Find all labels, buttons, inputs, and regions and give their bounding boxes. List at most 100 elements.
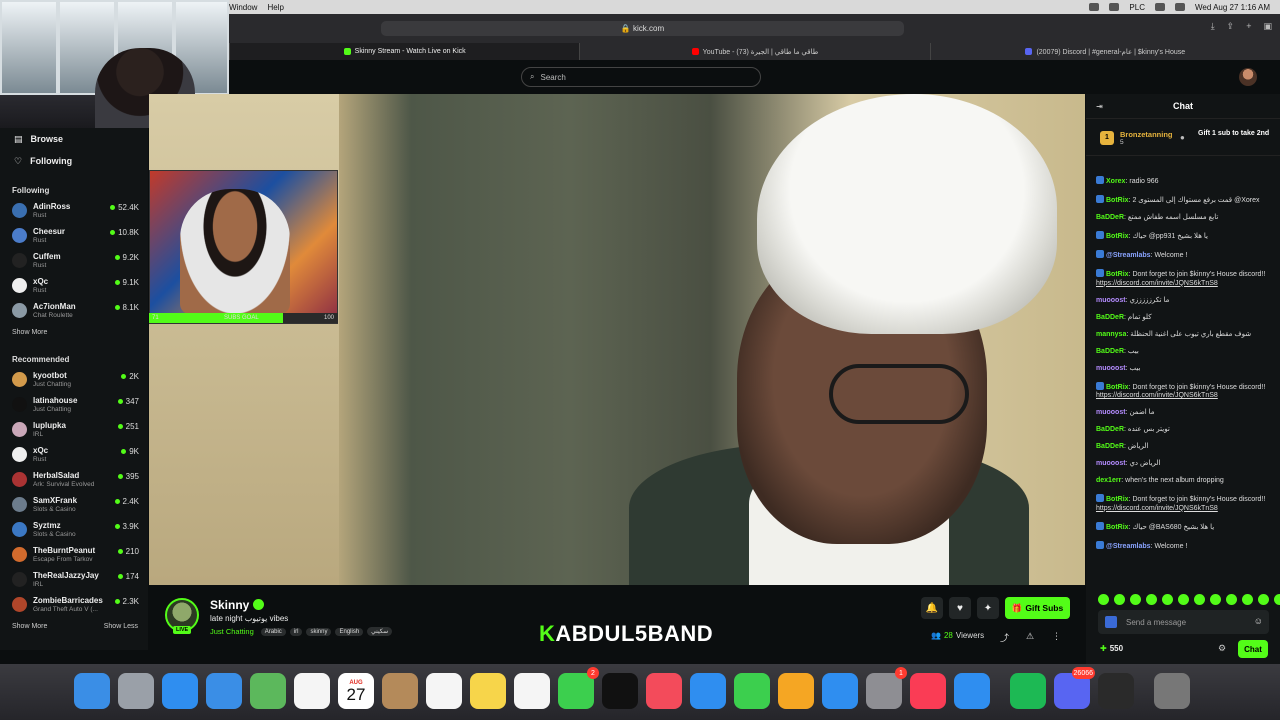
news-icon[interactable] — [646, 673, 682, 709]
search-icon[interactable] — [1174, 3, 1185, 11]
recommended-channel[interactable]: TheRealJazzyJay IRL 174 — [0, 567, 148, 592]
following-channel[interactable]: xQc Rust 9.1K — [0, 273, 148, 298]
launchpad-icon[interactable] — [118, 673, 154, 709]
chat-username[interactable]: BaDDeR — [1096, 348, 1124, 355]
tab-kick[interactable]: Skinny Stream - Watch Live on Kick — [229, 43, 580, 60]
report-icon[interactable]: ⚠ — [1026, 631, 1034, 642]
music-icon[interactable] — [910, 673, 946, 709]
chat-username[interactable]: dex1err — [1096, 477, 1121, 484]
tab-overview-icon[interactable]: ▣ — [1263, 21, 1272, 32]
chat-username[interactable]: BaDDeR — [1096, 314, 1124, 321]
raid-icon[interactable]: ✦ — [977, 597, 999, 619]
spotify-icon[interactable] — [1010, 673, 1046, 709]
chat-username[interactable]: @Streamlabs — [1106, 252, 1151, 259]
recommended-channel[interactable]: xQc Rust 9K — [0, 442, 148, 467]
recommended-channel[interactable]: ZombieBarricades Grand Theft Auto V (... 2… — [0, 592, 148, 617]
settings-icon[interactable]: 1 — [866, 667, 907, 709]
address-bar[interactable]: 🔒 kick.com — [381, 21, 904, 36]
follow-heart-icon[interactable]: ♥ — [949, 597, 971, 619]
chat-username[interactable]: muooost — [1096, 460, 1126, 467]
download-icon[interactable]: ⤓ — [1211, 21, 1215, 32]
notify-bell-icon[interactable]: 🔔 — [921, 597, 943, 619]
keynote-icon[interactable] — [690, 673, 726, 709]
bluetooth-icon[interactable] — [954, 673, 990, 709]
emote-icon[interactable] — [1210, 594, 1221, 605]
share-icon[interactable]: ⤴ — [1000, 631, 1009, 644]
chat-username[interactable]: BotRix — [1106, 197, 1129, 204]
user-avatar[interactable] — [1239, 68, 1257, 86]
recommended-channel[interactable]: kyootbot Just Chatting 2K — [0, 367, 148, 392]
chat-username[interactable]: @Streamlabs — [1106, 543, 1151, 550]
emote-picker-icon[interactable] — [1105, 616, 1117, 628]
following-channel[interactable]: Cuffem Rust 9.2K — [0, 248, 148, 273]
emote-icon[interactable] — [1274, 594, 1280, 605]
recommended-channel[interactable]: luplupka IRL 251 — [0, 417, 148, 442]
chat-link[interactable]: https://discord.com/invite/JQNS6kTnS8 — [1096, 392, 1218, 399]
status-text[interactable]: PLC — [1129, 3, 1145, 12]
video-player[interactable] — [149, 94, 1085, 585]
chat-settings-gear-icon[interactable]: ⚙ — [1218, 643, 1226, 654]
chat-username[interactable]: muooost — [1096, 409, 1126, 416]
category-link[interactable]: Just Chatting — [210, 627, 254, 636]
tab-youtube[interactable]: YouTube - (73) طاقي ما طاقي | الجيرة — [579, 43, 929, 60]
freeform-icon[interactable] — [514, 673, 550, 709]
emote-icon[interactable] — [1242, 594, 1253, 605]
photos-icon[interactable] — [294, 673, 330, 709]
emote-icon[interactable] — [1194, 594, 1205, 605]
emote-icon[interactable] — [1162, 594, 1173, 605]
wifi-icon[interactable] — [1154, 3, 1165, 11]
control-center-icon[interactable] — [1089, 3, 1100, 11]
chat-username[interactable]: BaDDeR — [1096, 214, 1124, 221]
emote-icon[interactable] — [1098, 594, 1109, 605]
send-chat-button[interactable]: Chat — [1238, 640, 1268, 658]
share-icon[interactable]: ⇪ — [1227, 21, 1235, 32]
show-more-following[interactable]: Show More — [12, 329, 47, 336]
channel-name[interactable]: Skinny — [210, 598, 249, 612]
chat-link[interactable]: https://discord.com/invite/JQNS6kTnS8 — [1096, 505, 1218, 512]
finder-icon[interactable] — [74, 673, 110, 709]
sidebar-following[interactable]: ♡ Following — [0, 150, 148, 172]
clock[interactable]: Wed Aug 27 1:16 AM — [1195, 3, 1270, 12]
emote-icon[interactable] — [1226, 594, 1237, 605]
mail-icon[interactable] — [206, 673, 242, 709]
tag[interactable]: irl — [289, 627, 303, 636]
chat-username[interactable]: BotRix — [1106, 271, 1129, 278]
chat-username[interactable]: BotRix — [1106, 233, 1129, 240]
recommended-channel[interactable]: HerbalSalad Ark: Survival Evolved 395 — [0, 467, 148, 492]
tag[interactable]: سكيني — [367, 627, 393, 636]
obs-icon[interactable] — [1098, 673, 1134, 709]
appstore-icon[interactable] — [822, 673, 858, 709]
following-channel[interactable]: Cheesur Rust 10.8K — [0, 223, 148, 248]
gift-subs-button[interactable]: 🎁 Gift Subs — [1005, 597, 1070, 619]
chat-username[interactable]: BaDDeR — [1096, 426, 1124, 433]
top-gifter-name[interactable]: Bronzetanning — [1120, 130, 1173, 139]
tag[interactable]: skinny — [306, 627, 332, 636]
search-input[interactable]: ⌕ Search — [521, 67, 761, 87]
show-less-button[interactable]: Show Less — [104, 623, 138, 630]
menu-help[interactable]: Help — [267, 3, 283, 12]
reminders-icon[interactable] — [426, 673, 462, 709]
menu-window[interactable]: Window — [229, 3, 257, 12]
emote-icon[interactable] — [1178, 594, 1189, 605]
tag[interactable]: English — [335, 627, 364, 636]
emote-icon[interactable] — [1258, 594, 1269, 605]
collapse-chat-icon[interactable]: ⇥ — [1096, 102, 1103, 111]
emote-icon[interactable] — [1130, 594, 1141, 605]
more-icon[interactable]: ⋮ — [1052, 631, 1061, 642]
emote-icon[interactable] — [1146, 594, 1157, 605]
following-channel[interactable]: AdinRoss Rust 52.4K — [0, 198, 148, 223]
new-tab-icon[interactable]: + — [1246, 21, 1251, 32]
pages-icon[interactable] — [778, 673, 814, 709]
chat-username[interactable]: muooost — [1096, 297, 1126, 304]
chat-username[interactable]: BotRix — [1106, 524, 1129, 531]
following-channel[interactable]: Ac7ionMan Chat Roulette 8.1K — [0, 298, 148, 323]
gift-cta[interactable]: Gift 1 sub to take 2nd — [1198, 130, 1269, 138]
chat-username[interactable]: Xorex — [1106, 178, 1125, 185]
chat-username[interactable]: muooost — [1096, 365, 1126, 372]
sidebar-browse[interactable]: ▤ Browse — [0, 128, 148, 150]
recommended-channel[interactable]: latinahouse Just Chatting 347 — [0, 392, 148, 417]
facetime-icon[interactable]: 2 — [558, 667, 599, 709]
discord-icon[interactable]: 26066 — [1054, 667, 1095, 709]
shield-icon[interactable] — [1109, 3, 1120, 11]
chat-username[interactable]: BotRix — [1106, 496, 1129, 503]
